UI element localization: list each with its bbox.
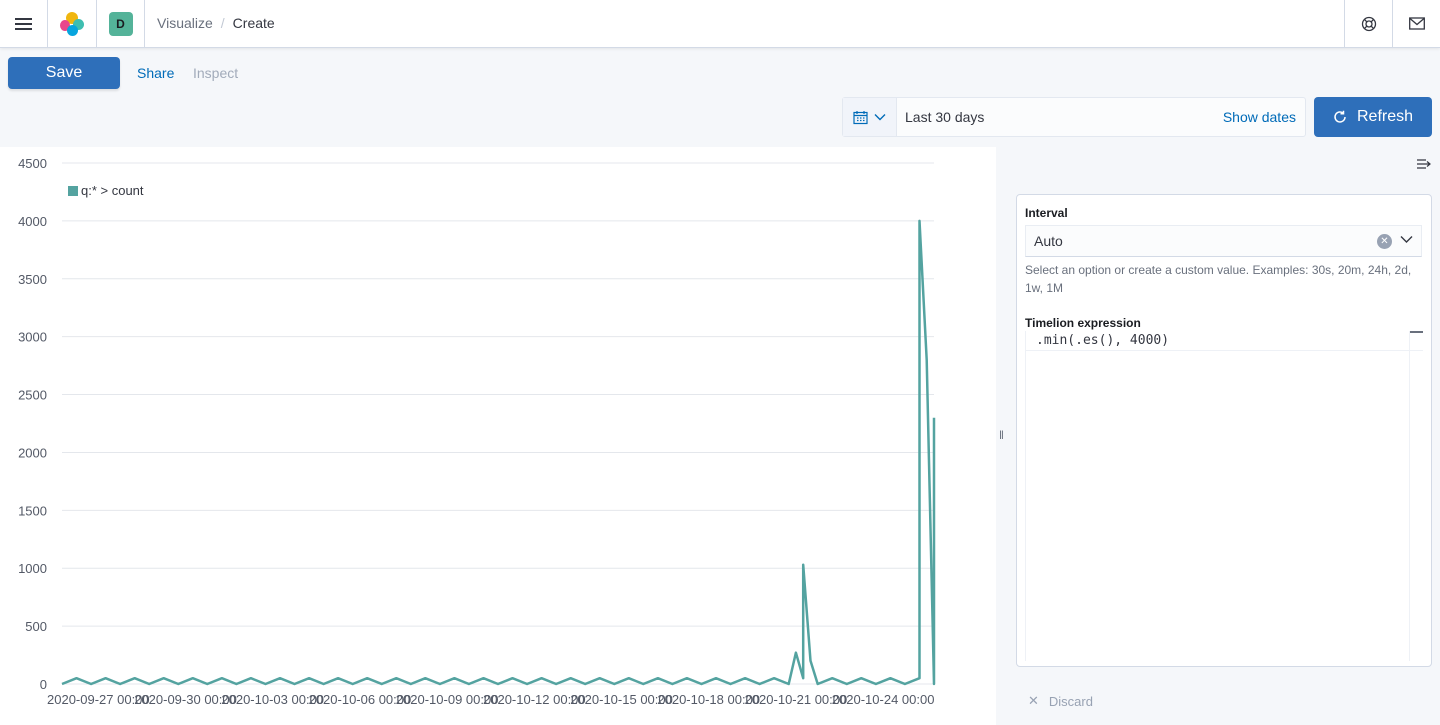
breadcrumb-separator: /: [220, 15, 225, 31]
date-range-value[interactable]: Last 30 days: [897, 109, 1223, 125]
y-tick-label: 4500: [18, 156, 47, 171]
interval-label: Interval: [1025, 206, 1068, 220]
y-tick-label: 4000: [18, 214, 47, 229]
quick-menu-button[interactable]: [843, 98, 897, 136]
newsfeed-button[interactable]: [1392, 0, 1440, 48]
y-tick-label: 500: [25, 619, 47, 634]
top-header: D Visualize / Create: [0, 0, 1440, 48]
share-link[interactable]: Share: [137, 65, 174, 81]
editor-sidebar: Interval Auto ✕ Select an option or crea…: [1008, 147, 1440, 725]
chart-legend[interactable]: q:* > count: [68, 183, 144, 198]
expression-label: Timelion expression: [1025, 316, 1141, 330]
space-selector-button[interactable]: D: [97, 0, 145, 48]
expression-editor[interactable]: .min(.es(), 4000): [1025, 331, 1423, 661]
y-tick-label: 1500: [18, 503, 47, 518]
x-tick-label: 2020-10-24 00:00: [832, 692, 935, 707]
collapse-sidebar-icon[interactable]: [1416, 157, 1432, 171]
legend-label: q:* > count: [81, 183, 144, 198]
inspect-link[interactable]: Inspect: [193, 65, 238, 81]
refresh-button[interactable]: Refresh: [1314, 97, 1432, 137]
legend-swatch: [68, 185, 78, 196]
timeseries-chart: 0 500 1000 1500 2000 2500 3000 3500 4000 4500 2020…: [18, 156, 936, 707]
y-tick-label: 2000: [18, 445, 47, 460]
y-tick-label: 3000: [18, 330, 47, 345]
mail-icon: [1408, 17, 1425, 30]
refresh-label: Refresh: [1356, 108, 1414, 125]
chart-panel: 0 500 1000 1500 2000 2500 3000 3500 4000 4500 2020…: [0, 147, 996, 725]
y-tick-label: 0: [40, 677, 47, 692]
elastic-logo-icon: [59, 11, 85, 37]
interval-help-text: Select an option or create a custom valu…: [1025, 263, 1412, 295]
breadcrumb-create: Create: [232, 15, 275, 31]
y-tick-label: 3500: [18, 272, 47, 287]
chevron-down-icon: [874, 114, 886, 121]
menu-button[interactable]: [0, 0, 48, 48]
discard-button[interactable]: Discard: [1049, 694, 1093, 709]
params-form: Interval Auto ✕ Select an option or crea…: [1016, 194, 1432, 667]
editor-scrollbar[interactable]: [1409, 331, 1423, 661]
y-tick-label: 2500: [18, 388, 47, 403]
show-dates-link[interactable]: Show dates: [1223, 109, 1305, 125]
close-icon[interactable]: ✕: [1028, 693, 1039, 709]
save-button[interactable]: Save: [8, 57, 120, 89]
interval-combobox[interactable]: Auto ✕: [1025, 225, 1422, 257]
space-avatar: D: [108, 12, 133, 36]
hamburger-icon: [15, 15, 32, 33]
calendar-icon: [853, 110, 868, 124]
refresh-icon: [1334, 110, 1346, 123]
panel-resize-handle[interactable]: ‖: [999, 428, 1004, 442]
breadcrumb-visualize[interactable]: Visualize: [157, 15, 213, 31]
expression-code[interactable]: .min(.es(), 4000): [1026, 331, 1423, 351]
y-tick-label: 1000: [18, 561, 47, 576]
home-logo-button[interactable]: [48, 0, 97, 48]
help-button[interactable]: [1344, 0, 1392, 48]
date-picker: Last 30 days Show dates: [842, 97, 1306, 137]
interval-value: Auto: [1034, 233, 1063, 249]
clear-icon[interactable]: ✕: [1377, 234, 1392, 249]
help-icon: [1361, 16, 1376, 32]
bottom-bar: ✕ Discard: [1016, 677, 1440, 725]
breadcrumb: Visualize / Create: [157, 15, 275, 31]
chevron-down-icon[interactable]: [1400, 235, 1413, 244]
